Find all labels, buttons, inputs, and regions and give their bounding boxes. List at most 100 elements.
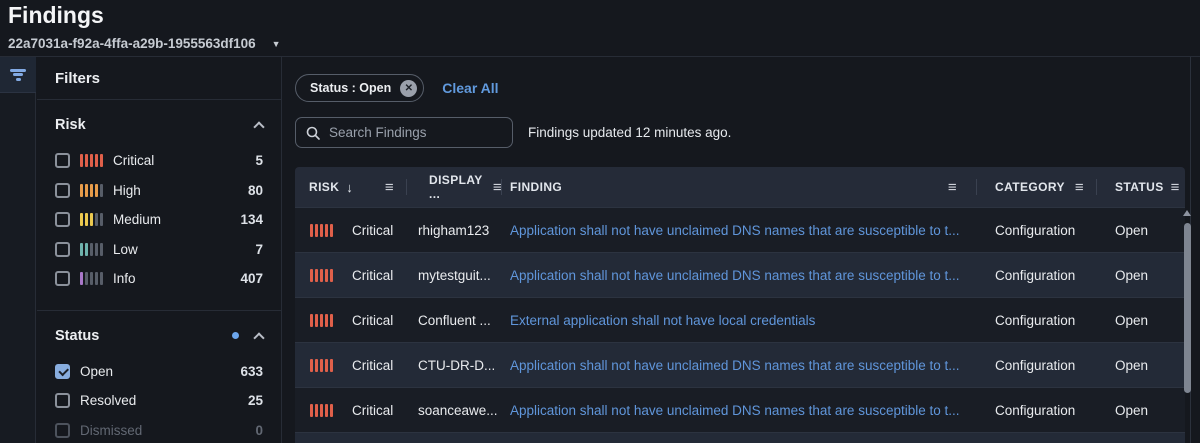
table-body: Critical rhigham123 Application shall no… xyxy=(295,207,1185,443)
column-header-category[interactable]: CATEGORY ≡ xyxy=(977,167,1097,207)
checkbox[interactable] xyxy=(55,271,70,286)
checkbox[interactable] xyxy=(55,153,70,168)
status-section-label: Status xyxy=(55,328,99,344)
risk-label: Critical xyxy=(352,313,393,328)
filter-count: 633 xyxy=(240,364,263,379)
filter-count: 134 xyxy=(240,212,263,227)
risk-bars-icon xyxy=(310,314,333,327)
display-name: CTU-DR-D... xyxy=(407,358,502,373)
column-menu-icon[interactable]: ≡ xyxy=(1075,179,1084,196)
category: Configuration xyxy=(977,403,1097,418)
filter-item-resolved[interactable]: Resolved 25 xyxy=(55,386,263,416)
checkbox-checked[interactable] xyxy=(55,364,70,379)
filter-label: Dismissed xyxy=(80,423,142,438)
filter-label: High xyxy=(113,183,141,198)
column-header-display-name[interactable]: DISPLAY ... ≡ xyxy=(407,167,502,207)
risk-bars-icon xyxy=(310,224,333,237)
checkbox[interactable] xyxy=(55,242,70,257)
finding-link[interactable]: Application shall not have unclaimed DNS… xyxy=(510,223,960,238)
sort-desc-icon[interactable]: ↓ xyxy=(346,180,353,195)
category: Configuration xyxy=(977,358,1097,373)
risk-bars-icon xyxy=(310,359,333,372)
finding-link[interactable]: Application shall not have unclaimed DNS… xyxy=(510,358,960,373)
checkbox[interactable] xyxy=(55,393,70,408)
filter-count: 0 xyxy=(255,423,263,438)
chevron-up-icon[interactable] xyxy=(253,121,264,132)
close-icon[interactable]: ✕ xyxy=(400,80,417,97)
table-row-partial xyxy=(295,432,1185,443)
table-row[interactable]: Critical Confluent ... External applicat… xyxy=(295,297,1185,342)
active-filters-row: Status : Open ✕ Clear All xyxy=(295,74,499,102)
filter-toggle-button[interactable] xyxy=(0,57,36,93)
table-row[interactable]: Critical soanceawe... Application shall … xyxy=(295,387,1185,432)
status: Open xyxy=(1097,358,1185,373)
column-menu-icon[interactable]: ≡ xyxy=(493,179,502,196)
filter-label: Medium xyxy=(113,212,161,227)
findings-page: Findings 22a7031a-f92a-4ffa-a29b-1955563… xyxy=(0,0,1200,443)
filters-title: Filters xyxy=(37,57,281,100)
status-filter-list: Open 633 Resolved 25 Dismissed 0 xyxy=(55,357,263,443)
column-header-status[interactable]: STATUS ≡ xyxy=(1097,167,1185,207)
filter-item-dismissed: Dismissed 0 xyxy=(55,416,263,443)
filter-toggle-strip xyxy=(0,57,36,443)
section-divider xyxy=(37,310,281,311)
display-name: Confluent ... xyxy=(407,313,502,328)
status: Open xyxy=(1097,313,1185,328)
filter-label: Open xyxy=(80,364,113,379)
finding-link[interactable]: Application shall not have unclaimed DNS… xyxy=(510,403,960,418)
table-row[interactable]: Critical rhigham123 Application shall no… xyxy=(295,207,1185,252)
column-menu-icon[interactable]: ≡ xyxy=(948,179,957,196)
filter-label: Low xyxy=(113,242,138,257)
scrollbar-thumb[interactable] xyxy=(1184,223,1191,393)
scope-id: 22a7031a-f92a-4ffa-a29b-1955563df106 xyxy=(8,36,256,51)
category: Configuration xyxy=(977,313,1097,328)
checkbox-disabled xyxy=(55,423,70,438)
chip-label: Status : Open xyxy=(310,81,391,95)
chevron-up-icon[interactable] xyxy=(253,332,264,343)
filter-item-high[interactable]: High 80 xyxy=(55,176,263,206)
column-header-finding[interactable]: FINDING ≡ xyxy=(502,167,977,207)
page-title: Findings xyxy=(8,0,104,30)
funnel-filter-icon xyxy=(10,67,26,82)
table-row[interactable]: Critical mytestguit... Application shall… xyxy=(295,252,1185,297)
status: Open xyxy=(1097,268,1185,283)
finding-link[interactable]: Application shall not have unclaimed DNS… xyxy=(510,268,960,283)
search-icon xyxy=(306,126,320,140)
filter-item-open[interactable]: Open 633 xyxy=(55,357,263,387)
updated-timestamp: Findings updated 12 minutes ago. xyxy=(528,117,731,148)
risk-bars-icon xyxy=(310,404,333,417)
search-box[interactable] xyxy=(295,117,513,148)
table-row[interactable]: Critical CTU-DR-D... Application shall n… xyxy=(295,342,1185,387)
finding-link[interactable]: External application shall not have loca… xyxy=(510,313,815,328)
filter-count: 80 xyxy=(248,183,263,198)
filter-item-info[interactable]: Info 407 xyxy=(55,264,263,294)
scope-dropdown[interactable]: 22a7031a-f92a-4ffa-a29b-1955563df106 ▼ xyxy=(8,36,281,51)
filter-item-medium[interactable]: Medium 134 xyxy=(55,205,263,235)
checkbox[interactable] xyxy=(55,212,70,227)
display-name: soanceawe... xyxy=(407,403,502,418)
column-menu-icon[interactable]: ≡ xyxy=(385,179,394,196)
filter-label: Info xyxy=(113,271,136,286)
risk-label: Critical xyxy=(352,403,393,418)
findings-table: RISK ↓ ≡ DISPLAY ... ≡ FINDING ≡ CATEGOR… xyxy=(295,167,1185,443)
filter-item-low[interactable]: Low 7 xyxy=(55,235,263,265)
risk-bars-icon xyxy=(80,184,103,197)
filter-count: 25 xyxy=(248,393,263,408)
checkbox[interactable] xyxy=(55,183,70,198)
filter-item-critical[interactable]: Critical 5 xyxy=(55,146,263,176)
column-label: STATUS xyxy=(1115,180,1164,194)
column-label: DISPLAY ... xyxy=(429,173,486,201)
scroll-up-arrow-icon[interactable] xyxy=(1183,210,1191,216)
search-input[interactable] xyxy=(329,125,502,140)
risk-section-header[interactable]: Risk xyxy=(55,108,263,142)
column-label: CATEGORY xyxy=(995,180,1065,194)
clear-all-link[interactable]: Clear All xyxy=(442,80,498,96)
status: Open xyxy=(1097,223,1185,238)
status: Open xyxy=(1097,403,1185,418)
column-header-risk[interactable]: RISK ↓ ≡ xyxy=(295,167,407,207)
caret-down-icon[interactable]: ▼ xyxy=(272,39,281,49)
risk-bars-icon xyxy=(80,213,103,226)
status-section-header[interactable]: Status xyxy=(55,319,263,353)
table-scrollbar[interactable] xyxy=(1183,210,1191,443)
column-menu-icon[interactable]: ≡ xyxy=(1171,179,1180,196)
